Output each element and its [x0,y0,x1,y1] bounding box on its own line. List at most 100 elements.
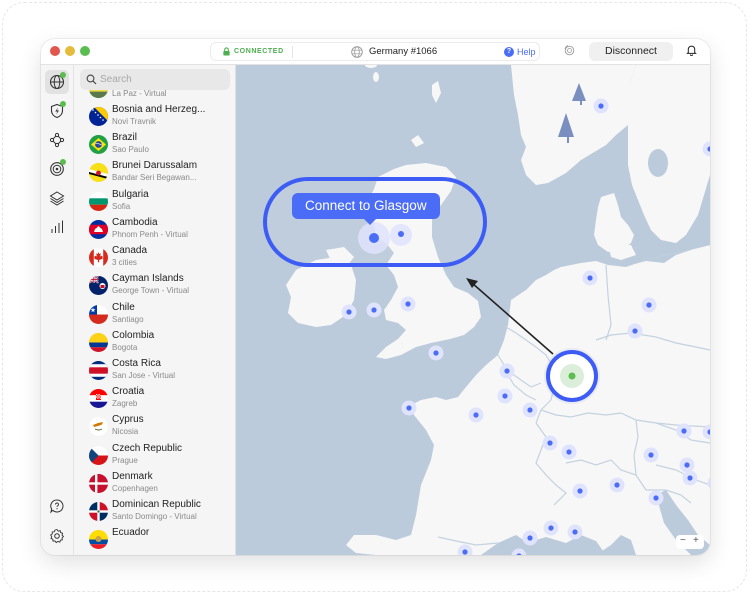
flag-bosnia-icon [89,107,108,126]
rail-support-button[interactable] [45,494,69,518]
world-map[interactable]: Connect to Glasgow − + [236,65,710,555]
tooltip-pointer [363,218,377,225]
flag-cambodia-icon [89,220,108,239]
connection-status: CONNECTED [234,48,284,55]
country-row[interactable]: Croatia Zagreb [74,385,235,413]
help-link[interactable]: Help [517,47,536,57]
server-marker[interactable] [371,307,377,313]
server-marker[interactable] [527,407,533,413]
flag-croatia-icon [89,389,108,408]
server-marker[interactable] [473,412,479,418]
flag-czech-icon [89,446,108,465]
country-row[interactable]: Cayman Islands George Town - Virtual [74,272,235,300]
server-marker[interactable] [527,535,533,541]
disconnect-button[interactable]: Disconnect [589,42,673,61]
country-row[interactable]: Czech Republic Prague [74,442,235,470]
country-row[interactable]: Colombia Bogota [74,329,235,357]
server-marker[interactable] [346,309,352,315]
rail-dark-web-monitor-button[interactable] [45,157,69,181]
zoom-out-button[interactable]: − [680,535,686,546]
land-denmark [594,193,634,252]
map-canvas[interactable] [236,65,710,555]
rail-settings-button[interactable] [45,524,69,548]
flag-cyprus-icon [89,417,108,436]
flag-cayman-icon [89,276,108,295]
server-marker[interactable] [462,549,468,555]
server-marker[interactable] [433,350,439,356]
country-location: Copenhagen [112,484,158,493]
server-marker[interactable] [572,529,578,535]
notifications-bell-icon[interactable] [686,44,697,56]
zoom-in-button[interactable]: + [693,535,699,546]
country-location: La Paz - Virtual [112,89,167,98]
bar-chart-icon [51,220,63,233]
country-name: Colombia [112,330,155,341]
country-sidebar: Bolivia La Paz - Virtual Bosnia and Herz… [74,65,236,555]
country-name: Croatia [112,386,145,397]
country-location: San Jose - Virtual [112,371,175,380]
server-marker[interactable] [648,452,654,458]
search-input[interactable] [100,71,220,88]
help-bubble-icon [50,499,64,514]
country-row[interactable]: Brunei Darussalam Bandar Seri Begawan... [74,159,235,187]
app-window: CONNECTED Germany #1066 ? Help Disconnec… [41,39,710,555]
country-row[interactable]: Cyprus Nicosia [74,413,235,441]
country-location: Novi Travnik [112,117,157,126]
rail-specialty-servers-button[interactable] [45,186,69,210]
country-row[interactable]: Denmark Copenhagen [74,470,235,498]
server-marker[interactable] [406,405,412,411]
server-marker[interactable] [566,449,572,455]
server-marker[interactable] [405,301,411,307]
server-marker[interactable] [577,488,583,494]
minimize-window-button[interactable] [65,46,75,56]
maximize-window-button[interactable] [80,46,90,56]
country-name: Bosnia and Herzeg... [112,104,206,115]
rail-stats-button[interactable] [45,215,69,239]
divider [292,46,293,58]
country-row[interactable]: Chile Santiago [74,301,235,329]
search-icon [86,74,97,85]
connect-tooltip[interactable]: Connect to Glasgow [292,193,440,219]
country-row[interactable]: Bosnia and Herzeg... Novi Travnik [74,103,235,131]
server-marker[interactable] [687,475,693,481]
country-row[interactable]: Costa Rica San Jose - Virtual [74,357,235,385]
country-row[interactable]: Dominican Republic Santo Domingo - Virtu… [74,498,235,526]
country-name: Cyprus [112,414,144,425]
rail-threat-protection-button[interactable] [45,99,69,123]
nodes-icon [49,132,65,148]
server-marker[interactable] [684,462,690,468]
server-marker[interactable] [548,525,554,531]
rail-meshnet-button[interactable] [45,128,69,152]
server-marker[interactable] [598,103,604,109]
server-marker[interactable] [632,328,638,334]
country-row[interactable]: Brazil Sao Paulo [74,131,235,159]
status-dot [60,159,66,165]
country-row[interactable]: Bulgaria Sofia [74,188,235,216]
search-box [80,69,230,90]
server-marker[interactable] [547,440,553,446]
gear-icon [50,529,64,544]
country-location: Nicosia [112,427,139,436]
server-marker[interactable] [653,495,659,501]
meshnet-toggle-icon[interactable] [563,44,575,56]
server-marker[interactable] [681,428,687,434]
close-window-button[interactable] [50,46,60,56]
server-marker[interactable] [614,482,620,488]
flag-costa-rica-icon [89,361,108,380]
country-location: Phnom Penh - Virtual [112,230,188,239]
server-marker[interactable] [646,302,652,308]
flag-bulgaria-icon [89,192,108,211]
server-marker[interactable] [587,275,593,281]
country-row[interactable]: Ecuador [74,526,235,554]
rail-countries-button[interactable] [45,70,69,94]
connection-status-bar: CONNECTED Germany #1066 ? Help [210,42,540,61]
country-row[interactable]: Canada 3 cities [74,244,235,272]
server-marker[interactable] [502,393,508,399]
country-row[interactable]: Cambodia Phnom Penh - Virtual [74,216,235,244]
help-icon[interactable]: ? [504,47,514,57]
status-dot [60,101,66,107]
flag-colombia-icon [89,333,108,352]
server-marker[interactable] [504,368,510,374]
flag-brunei-icon [89,163,108,182]
title-bar: CONNECTED Germany #1066 ? Help Disconnec… [41,39,710,65]
